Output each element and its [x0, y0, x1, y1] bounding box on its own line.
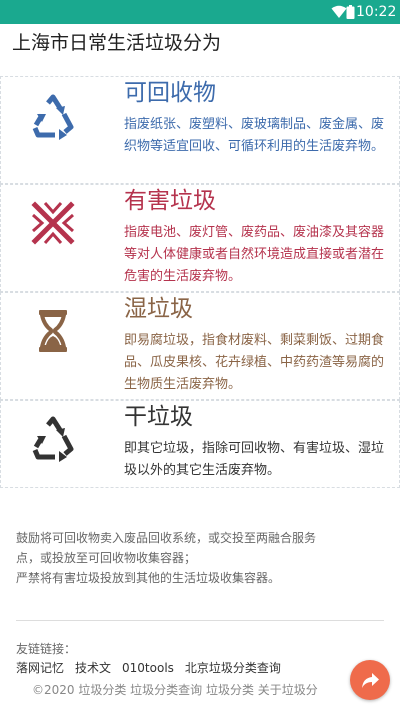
share-icon [362, 673, 379, 688]
page-title: 上海市日常生活垃圾分为 [12, 32, 222, 54]
category-title: 干垃圾 [124, 404, 193, 430]
category-title: 可回收物 [124, 80, 216, 106]
friend-link[interactable]: 技术文 [75, 661, 111, 675]
recycle-icon [32, 94, 74, 140]
note-line: 鼓励将可回收物卖入废品回收系统，或交投至两融合服务 [16, 531, 317, 545]
dark-recycle-icon [32, 416, 74, 462]
wifi-icon [331, 5, 347, 18]
category-card-dry[interactable]: 干垃圾 即其它垃圾，指除可回收物、有害垃圾、湿垃圾以外的其它生活废弃物。 [0, 400, 400, 488]
friend-links: 落网记忆 技术文 010tools 北京垃圾分类查询 [16, 660, 292, 676]
note-line: 点，或投放至可回收物收集容器； [16, 551, 197, 565]
category-description: 指废电池、废灯管、废药品、废油漆及其容器等对人体健康或者自然环境造成直接或者潜在… [124, 225, 385, 284]
category-card-recyclable[interactable]: 可回收物 指废纸张、废塑料、废玻璃制品、废金属、废织物等适宜回收、可循环利用的生… [0, 76, 400, 184]
disposal-notes: 鼓励将可回收物卖入废品回收系统，或交投至两融合服务 点，或投放至可回收物收集容器… [16, 528, 376, 588]
hourglass-icon [39, 310, 67, 352]
category-title: 湿垃圾 [124, 296, 193, 322]
category-description: 即其它垃圾，指除可回收物、有害垃圾、湿垃圾以外的其它生活废弃物。 [124, 441, 385, 478]
category-card-hazardous[interactable]: 有害垃圾 指废电池、废灯管、废药品、废油漆及其容器等对人体健康或者自然环境造成直… [0, 184, 400, 292]
share-button[interactable] [350, 660, 390, 700]
category-description: 指废纸张、废塑料、废玻璃制品、废金属、废织物等适宜回收、可循环利用的生活废弃物。 [124, 117, 385, 154]
links-label: 友链链接： [16, 642, 77, 656]
category-card-wet[interactable]: 湿垃圾 即易腐垃圾，指食材废料、剩菜剩饭、过期食品、瓜皮果核、花卉绿植、中药药渣… [0, 292, 400, 400]
status-bar: 10:22 [0, 0, 400, 24]
friend-link[interactable]: 北京垃圾分类查询 [185, 661, 281, 675]
friend-link[interactable]: 落网记忆 [16, 661, 64, 675]
footer-divider [16, 620, 384, 621]
hazard-cross-icon [31, 201, 75, 245]
category-description: 即易腐垃圾，指食材废料、剩菜剩饭、过期食品、瓜皮果核、花卉绿植、中药药渣等易腐的… [124, 333, 385, 392]
copyright: ©2020 垃圾分类 垃圾分类查询 垃圾分类 关于垃圾分 [32, 683, 318, 697]
status-time: 10:22 [356, 4, 397, 20]
battery-icon [346, 5, 355, 19]
note-line: 严禁将有害垃圾投放到其他的生活垃圾收集容器。 [16, 571, 281, 585]
category-title: 有害垃圾 [124, 188, 216, 214]
friend-link[interactable]: 010tools [122, 661, 174, 675]
